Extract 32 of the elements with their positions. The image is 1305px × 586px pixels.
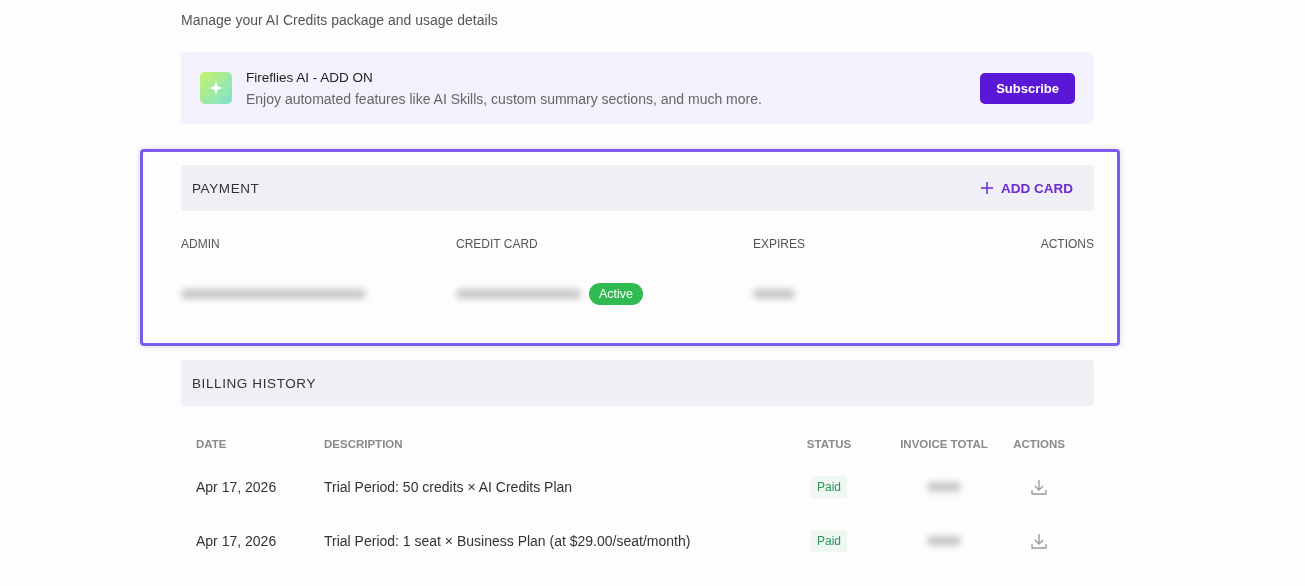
description-cell: Trial Period: 1 seat × Business Plan (at $29.00/seat/month) [324,533,691,549]
redacted-expiry [753,289,795,299]
status-badge: Paid [811,530,847,552]
addon-description: Enjoy automated features like AI Skills, custom summary sections, and much more. [246,90,763,107]
section-title: BILLING HISTORY [192,375,317,391]
download-button[interactable] [1030,532,1048,550]
add-card-button[interactable]: ADD CARD [981,180,1073,196]
column-header: CREDIT CARD [456,236,539,253]
column-header: INVOICE TOTAL [899,437,989,452]
column-header: EXPIRES [753,236,807,253]
subscribe-button[interactable]: Subscribe [980,72,1075,104]
column-header: ACTIONS [1012,437,1066,452]
redacted-amount [927,482,961,492]
status-badge: Paid [811,476,847,498]
date-cell: Apr 17, 2026 [196,479,277,495]
download-icon [1030,532,1048,550]
date-cell: Apr 17, 2026 [196,533,277,549]
addon-title: Fireflies AI - ADD ON [246,69,374,85]
column-header: DATE [196,437,228,452]
page-subtitle: Manage your AI Credits package and usage details [181,12,499,30]
column-header: DESCRIPTION [324,437,404,452]
column-header: STATUS [805,437,853,452]
status-badge: Active [589,283,644,305]
section-title: PAYMENT [192,180,260,196]
download-icon [1030,478,1048,496]
download-button[interactable] [1030,478,1048,496]
plus-icon [981,182,993,194]
sparkle-logo-icon [200,72,232,104]
description-cell: Trial Period: 50 credits × AI Credits Plan [324,479,573,495]
column-header: ACTIONS [1040,236,1094,253]
column-header: ADMIN [181,236,221,253]
redacted-amount [927,536,961,546]
